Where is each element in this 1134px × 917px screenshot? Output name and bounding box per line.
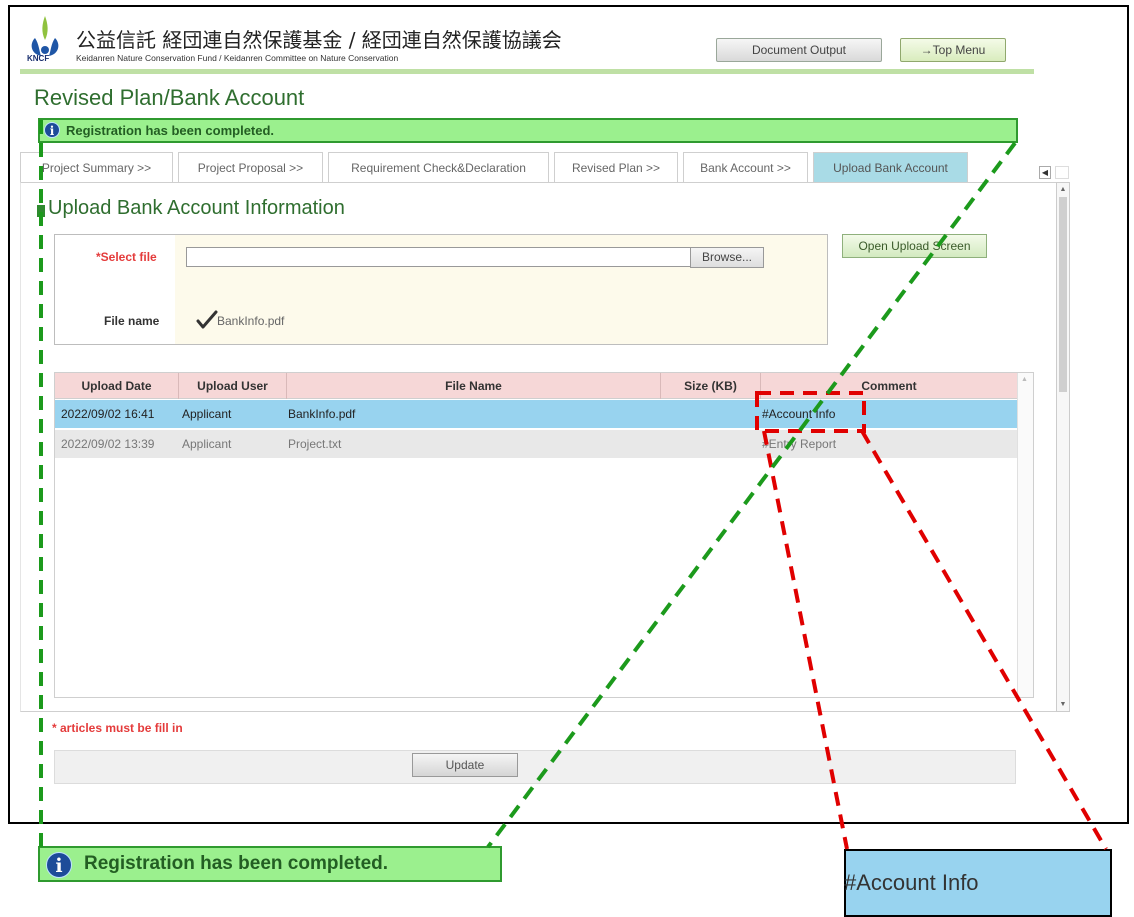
col-upload-date[interactable]: Upload Date [55,373,179,399]
page-title: Revised Plan/Bank Account [34,85,305,110]
scroll-down-icon[interactable]: ▼ [1058,699,1068,710]
file-name-label: File name [104,314,160,328]
tab-scroll-left-icon[interactable]: ◀ [1039,166,1051,179]
cell-user: Applicant [182,407,232,421]
info-icon: i [46,852,72,878]
top-menu-button[interactable]: →Top Menu [900,38,1006,62]
cell-file: BankInfo.pdf [288,407,356,421]
tab-upload-bank-account[interactable]: Upload Bank Account [813,152,968,182]
tab-project-proposal[interactable]: Project Proposal >> [178,152,323,182]
zoom-comment-text: #Account Info [844,870,979,895]
col-comment[interactable]: Comment [761,373,1017,399]
open-upload-screen-button[interactable]: Open Upload Screen [842,234,987,258]
zoom-callout-notice: i Registration has been completed. [38,846,502,882]
file-name-value: BankInfo.pdf [217,314,285,328]
scroll-up-icon[interactable]: ▲ [1058,184,1068,195]
col-size[interactable]: Size (KB) [661,373,761,399]
table-row[interactable]: 2022/09/02 16:41 Applicant BankInfo.pdf … [55,400,1017,428]
cell-date: 2022/09/02 13:39 [61,437,155,451]
tab-scroll-right-icon[interactable] [1055,166,1069,179]
select-file-label: *Select file [96,250,157,264]
section-title: Upload Bank Account Information [48,197,345,219]
registration-notice: i Registration has been completed. [38,118,1018,143]
browse-button[interactable]: Browse... [690,247,764,268]
cell-comment: #Account Info [762,407,836,421]
tab-project-summary[interactable]: Project Summary >> [20,152,173,182]
tab-requirement-check[interactable]: Requirement Check&Declaration [328,152,549,182]
tab-bar: Project Summary >> Project Proposal >> R… [20,152,973,182]
table-scroll-up-icon[interactable]: ▲ [1021,376,1028,383]
org-title: 公益信託 経団連自然保護基金 / 経団連自然保護協議会 [76,28,562,52]
zoom-callout-comment: #Account Info [844,849,1112,917]
logo-text: KNCF [27,54,50,63]
cell-user: Applicant [182,437,232,451]
header-divider [20,69,1034,74]
table-row[interactable]: 2022/09/02 13:39 Applicant Project.txt #… [55,430,1017,458]
scroll-thumb[interactable] [1059,197,1067,392]
cell-comment: #Entry Report [762,437,837,451]
table-scrollbar[interactable]: ▲ [1017,373,1033,697]
cell-file: Project.txt [288,437,342,451]
tab-revised-plan[interactable]: Revised Plan >> [554,152,678,182]
table-header: Upload Date Upload User File Name Size (… [55,373,1017,399]
col-file-name[interactable]: File Name [287,373,661,399]
required-note: * articles must be fill in [52,721,183,735]
upload-history-table: Upload Date Upload User File Name Size (… [54,372,1034,698]
update-bar [54,750,1016,784]
tab-bank-account[interactable]: Bank Account >> [683,152,808,182]
org-subtitle: Keidanren Nature Conservation Fund / Kei… [76,53,399,63]
info-icon: i [44,122,60,138]
document-output-button[interactable]: Document Output [716,38,882,62]
notice-text: Registration has been completed. [66,123,275,138]
content-scrollbar[interactable]: ▲ ▼ [1056,182,1070,712]
file-path-input[interactable] [186,247,691,267]
checkmark-icon [196,310,218,329]
zoom-notice-text: Registration has been completed. [84,853,389,874]
col-upload-user[interactable]: Upload User [179,373,287,399]
cell-date: 2022/09/02 16:41 [61,407,155,421]
update-button[interactable]: Update [412,753,518,777]
